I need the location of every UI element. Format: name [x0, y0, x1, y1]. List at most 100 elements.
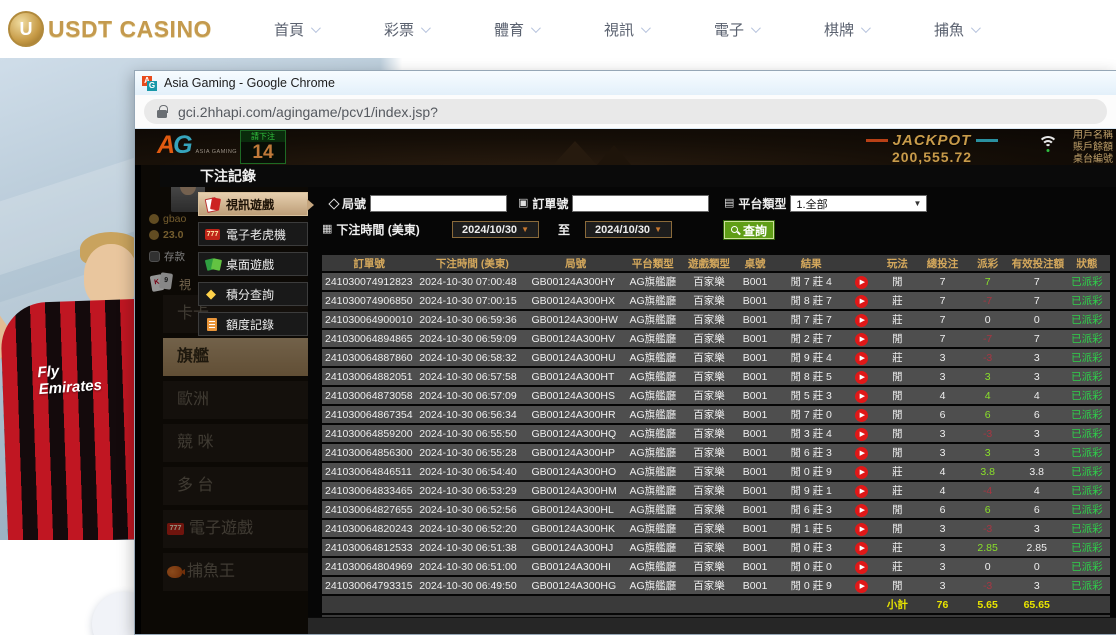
cell-replay: [847, 463, 875, 480]
replay-play-button[interactable]: [855, 295, 868, 308]
replay-play-button[interactable]: [855, 561, 868, 574]
cell-platform: AG旗艦廳: [623, 273, 683, 290]
replay-play-button[interactable]: [855, 428, 868, 441]
cell-time: 2024-10-30 07:00:15: [416, 292, 528, 309]
replay-play-button[interactable]: [855, 409, 868, 422]
cell-payout: 7: [966, 273, 1010, 290]
nav-item-首頁[interactable]: 首頁: [274, 19, 318, 40]
cell-order: 241030064859200: [322, 425, 416, 442]
cell-order: 241030064894865: [322, 330, 416, 347]
record-menu-item-視訊遊戲[interactable]: 視訊遊戲: [198, 192, 308, 216]
lobby-tab[interactable]: 777電子遊戲: [163, 510, 309, 548]
nav-item-視訊[interactable]: 視訊: [604, 19, 648, 40]
column-header: 玩法: [875, 255, 919, 271]
replay-play-button[interactable]: [855, 523, 868, 536]
record-menu-item-積分查詢[interactable]: 積分查詢: [198, 282, 308, 306]
cell-valid: 6: [1010, 501, 1064, 518]
cell-payout: 0: [966, 311, 1010, 328]
cell-payout: 3: [966, 444, 1010, 461]
cell-time: 2024-10-30 06:55:50: [416, 425, 528, 442]
date-from-picker[interactable]: 2024/10/30 ▼: [452, 221, 539, 238]
record-menu-item-桌面遊戲[interactable]: 桌面遊戲: [198, 252, 308, 276]
user-icon: [149, 214, 159, 224]
replay-play-button[interactable]: [855, 333, 868, 346]
lobby-tab[interactable]: 競 咪: [163, 424, 309, 462]
round-input[interactable]: [370, 195, 507, 212]
platform-select[interactable]: 1.全部 ▼: [790, 195, 927, 212]
cell-game: 百家樂: [683, 577, 735, 594]
cell-play: 莊: [875, 482, 919, 499]
cell-time: 2024-10-30 06:51:00: [416, 558, 528, 575]
select-arrow-icon: ▼: [914, 199, 922, 208]
backdrop-pyramid: [553, 141, 597, 165]
nav-menu: 首頁 彩票 體育 視訊 電子 棋牌 捕魚: [274, 19, 978, 40]
cell-round: GB00124A300HO: [529, 463, 623, 480]
panel-title-bar: 下注記錄: [160, 165, 1116, 187]
site-nav: U USDT CASINO 首頁 彩票 體育 視訊 電子 棋牌 捕魚: [0, 0, 1116, 58]
replay-play-button[interactable]: [855, 352, 868, 365]
cell-bet: 3: [919, 577, 965, 594]
nav-item-棋牌[interactable]: 棋牌: [824, 19, 868, 40]
cell-time: 2024-10-30 06:54:40: [416, 463, 528, 480]
cell-platform: AG旗艦廳: [623, 425, 683, 442]
cell-valid: 7: [1010, 273, 1064, 290]
nav-item-體育[interactable]: 體育: [494, 19, 538, 40]
cell-result: 閒 9 莊 1: [775, 482, 847, 499]
cell-payout: -4: [966, 482, 1010, 499]
replay-play-button[interactable]: [855, 390, 868, 403]
slot-777-icon: 777: [167, 523, 184, 535]
site-logo[interactable]: U USDT CASINO: [8, 11, 212, 47]
lobby-tab[interactable]: 多 台: [163, 467, 309, 505]
replay-play-button[interactable]: [855, 580, 868, 593]
nav-item-彩票[interactable]: 彩票: [384, 19, 428, 40]
bet-countdown: 請下注 14: [240, 130, 286, 164]
replay-play-button[interactable]: [855, 504, 868, 517]
replay-play-button[interactable]: [855, 371, 868, 384]
nav-item-捕魚[interactable]: 捕魚: [934, 19, 978, 40]
cell-game: 百家樂: [683, 501, 735, 518]
search-button[interactable]: 查詢: [724, 221, 774, 239]
table-row: 241030064894865 2024-10-30 06:59:09 GB00…: [322, 330, 1110, 347]
cell-platform: AG旗艦廳: [623, 349, 683, 366]
cell-game: 百家樂: [683, 425, 735, 442]
cell-bet: 4: [919, 482, 965, 499]
cell-round: GB00124A300HY: [529, 273, 623, 290]
lobby-tab[interactable]: 旗艦: [163, 338, 309, 376]
cell-round: GB00124A300HP: [529, 444, 623, 461]
replay-play-button[interactable]: [855, 485, 868, 498]
replay-play-button[interactable]: [855, 542, 868, 555]
address-bar[interactable]: gci.2hhapi.com/agingame/pcv1/index.jsp?: [144, 99, 1107, 124]
sum-label: 小計: [875, 596, 919, 613]
table-row: 241030064812533 2024-10-30 06:51:38 GB00…: [322, 539, 1110, 556]
cell-table: B001: [735, 539, 775, 556]
cell-result: 閒 9 莊 4: [775, 349, 847, 366]
cell-round: GB00124A300HQ: [529, 425, 623, 442]
cell-bet: 3: [919, 539, 965, 556]
column-header: 遊戲類型: [683, 255, 735, 271]
lobby-balance: 23.0: [149, 229, 183, 241]
cell-replay: [847, 292, 875, 309]
order-input[interactable]: [572, 195, 709, 212]
cell-game: 百家樂: [683, 273, 735, 290]
replay-play-button[interactable]: [855, 276, 868, 289]
panel-title: 下注記錄: [200, 168, 256, 184]
cell-platform: AG旗艦廳: [623, 539, 683, 556]
replay-play-button[interactable]: [855, 447, 868, 460]
nav-item-電子[interactable]: 電子: [714, 19, 758, 40]
record-menu-item-額度記錄[interactable]: 額度記錄: [198, 312, 308, 336]
deposit-button[interactable]: 存款: [149, 249, 185, 264]
table-row: 241030064859200 2024-10-30 06:55:50 GB00…: [322, 425, 1110, 442]
lobby-tab[interactable]: 歐洲: [163, 381, 309, 419]
replay-play-button[interactable]: [855, 466, 868, 479]
lobby-tab[interactable]: 捕魚王: [163, 553, 309, 591]
cell-status: 已派彩: [1064, 539, 1110, 556]
replay-play-button[interactable]: [855, 314, 868, 327]
record-menu-item-電子老虎機[interactable]: 電子老虎機: [198, 222, 308, 246]
date-to-picker[interactable]: 2024/10/30 ▼: [585, 221, 672, 238]
chrome-title-bar[interactable]: A G Asia Gaming - Google Chrome: [135, 71, 1116, 95]
cell-bet: 3: [919, 558, 965, 575]
playing-card-icon: 9: [159, 272, 173, 290]
cell-round: GB00124A300HR: [529, 406, 623, 423]
cell-table: B001: [735, 292, 775, 309]
cell-result: 閒 8 莊 7: [775, 292, 847, 309]
